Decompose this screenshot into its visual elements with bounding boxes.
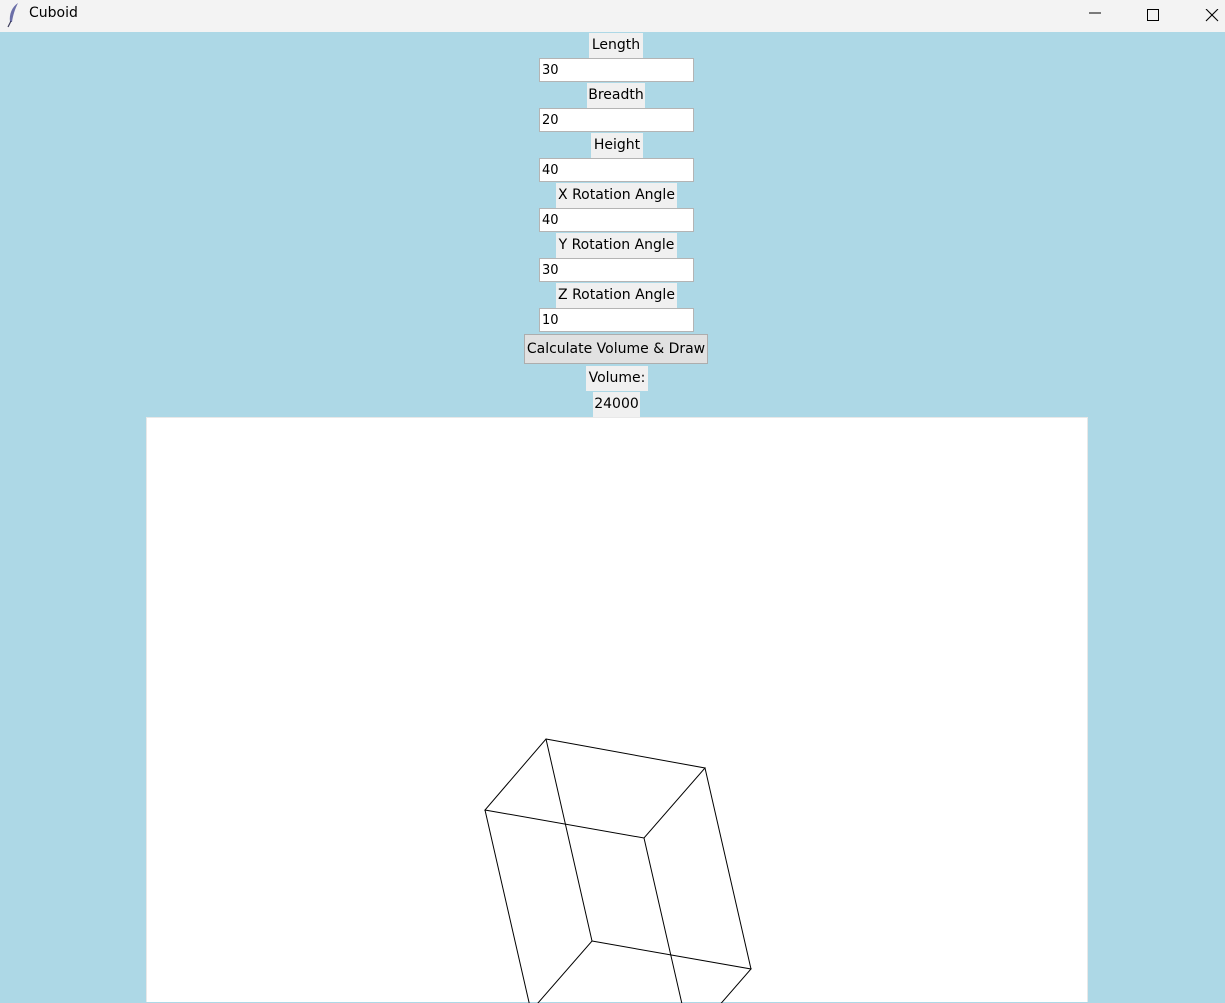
height-label: Height bbox=[591, 133, 643, 158]
cuboid-edge bbox=[643, 837, 683, 1003]
close-icon bbox=[1205, 9, 1219, 22]
volume-value: 24000 bbox=[593, 392, 640, 417]
y-rotation-label: Y Rotation Angle bbox=[556, 233, 677, 258]
cuboid-edge bbox=[704, 767, 752, 970]
cuboid-top-face bbox=[484, 738, 706, 839]
breadth-label: Breadth bbox=[587, 83, 645, 108]
z-rotation-label: Z Rotation Angle bbox=[556, 283, 677, 308]
minimize-button[interactable] bbox=[1072, 0, 1118, 32]
title-bar: Cuboid bbox=[0, 0, 1225, 32]
close-button[interactable] bbox=[1189, 0, 1225, 32]
breadth-input[interactable] bbox=[539, 108, 694, 132]
cuboid-edge bbox=[545, 738, 593, 942]
drawing-canvas bbox=[146, 417, 1088, 1003]
maximize-icon bbox=[1147, 9, 1159, 21]
window-title: Cuboid bbox=[29, 5, 78, 21]
volume-label: Volume: bbox=[586, 366, 648, 391]
y-rotation-input[interactable] bbox=[539, 258, 694, 282]
feather-icon bbox=[7, 3, 18, 28]
z-rotation-input[interactable] bbox=[539, 308, 694, 332]
cuboid-wireframe bbox=[484, 738, 752, 1003]
minimize-icon bbox=[1089, 12, 1101, 14]
x-rotation-input[interactable] bbox=[539, 208, 694, 232]
height-input[interactable] bbox=[539, 158, 694, 182]
length-label: Length bbox=[589, 33, 643, 58]
length-input[interactable] bbox=[539, 58, 694, 82]
maximize-button[interactable] bbox=[1130, 0, 1176, 32]
calculate-volume-draw-button[interactable]: Calculate Volume & Draw bbox=[524, 334, 708, 364]
x-rotation-label: X Rotation Angle bbox=[556, 183, 677, 208]
cuboid-bottom-face bbox=[537, 940, 752, 1003]
cuboid-edge bbox=[484, 809, 530, 1003]
